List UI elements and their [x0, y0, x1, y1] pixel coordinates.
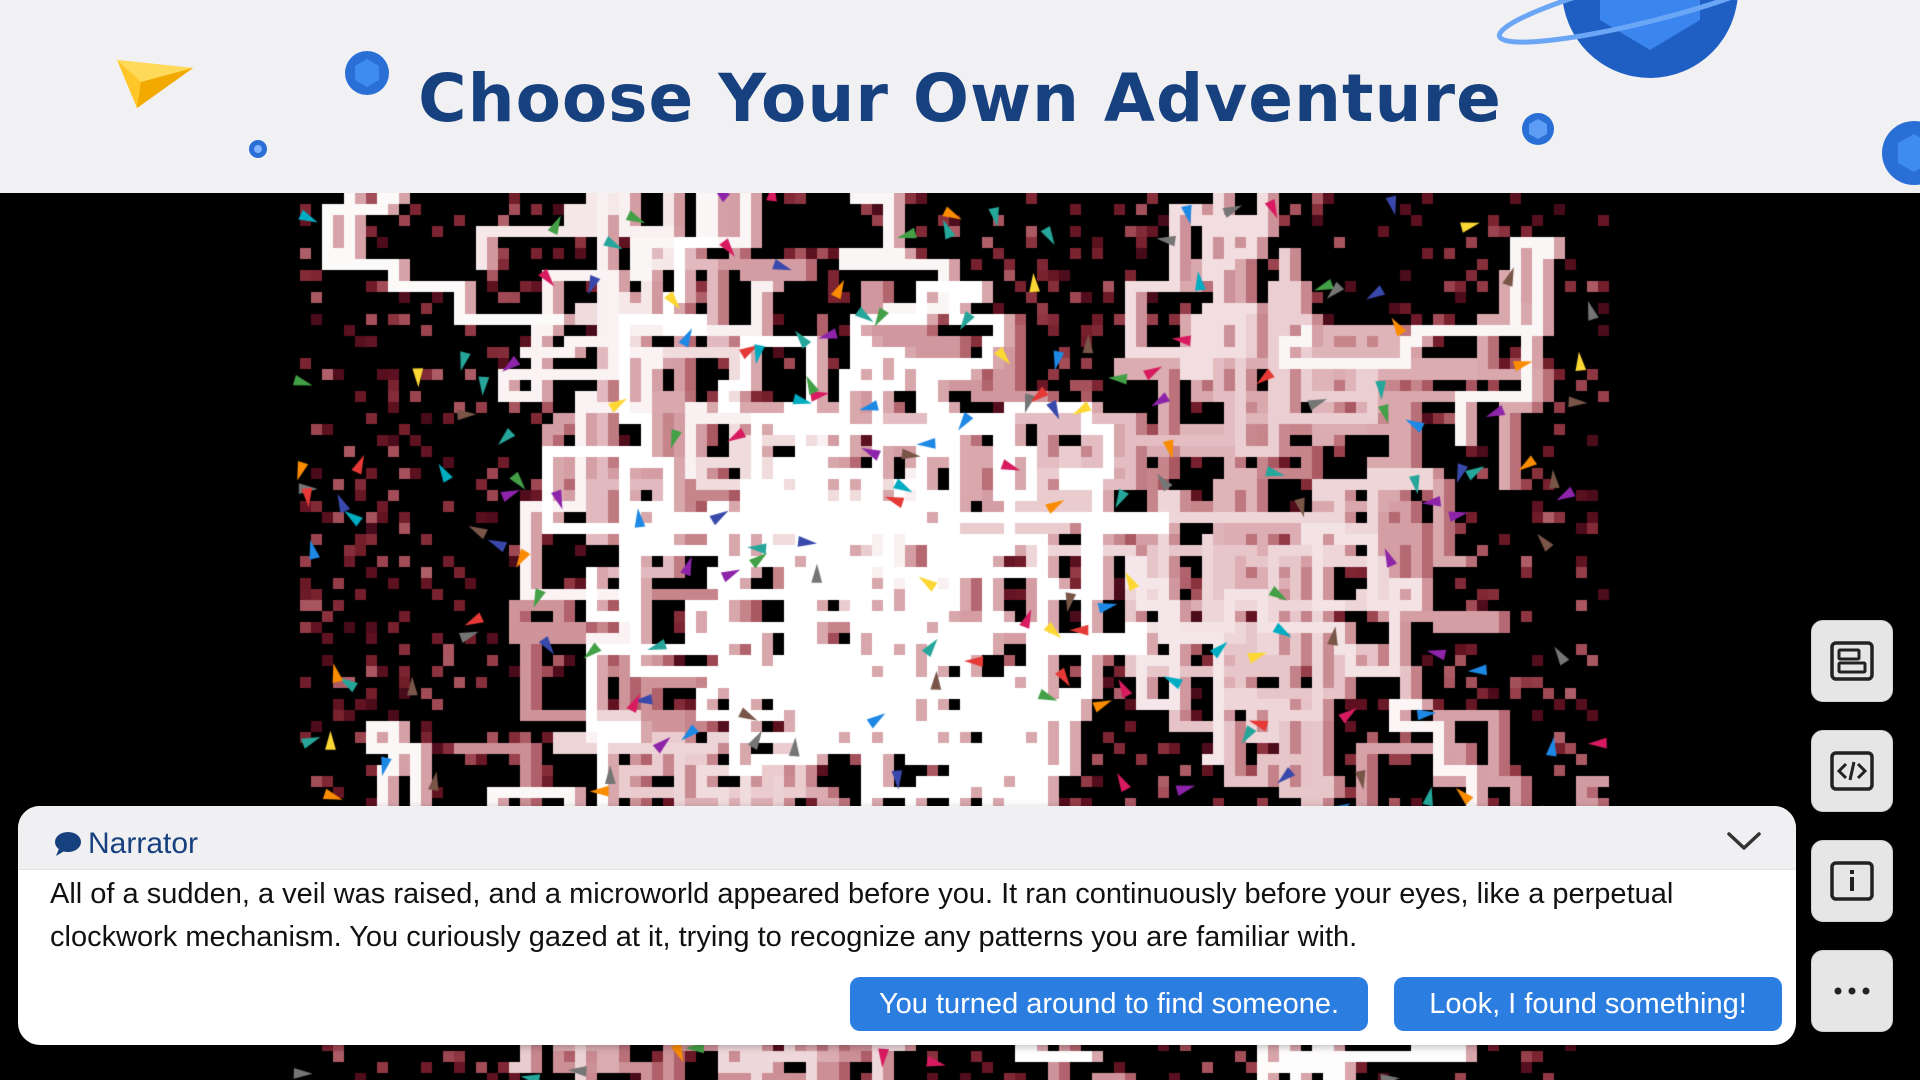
info-icon — [1830, 861, 1874, 901]
code-icon — [1830, 751, 1874, 791]
layout-button[interactable] — [1811, 620, 1893, 702]
planet-icon — [249, 140, 267, 158]
choice-button-find-someone[interactable]: You turned around to find someone. — [850, 977, 1368, 1031]
dialog-header: Narrator — [18, 806, 1796, 870]
narration-text: All of a sudden, a veil was raised, and … — [50, 878, 1674, 953]
narrator-dialog: Narrator All of a sudden, a veil was rai… — [18, 806, 1796, 1045]
page-title: Choose Your Own Adventure — [418, 60, 1502, 137]
code-button[interactable] — [1811, 730, 1893, 812]
more-icon — [1834, 987, 1870, 995]
info-button[interactable] — [1811, 840, 1893, 922]
more-button[interactable] — [1811, 950, 1893, 1032]
layout-icon — [1830, 641, 1874, 681]
header: Choose Your Own Adventure — [0, 0, 1920, 193]
chevron-down-icon[interactable] — [1726, 830, 1762, 852]
speaker-name: Narrator — [88, 827, 199, 860]
speech-bubble-icon — [55, 832, 81, 856]
choice-button-found-something[interactable]: Look, I found something! — [1394, 977, 1782, 1031]
